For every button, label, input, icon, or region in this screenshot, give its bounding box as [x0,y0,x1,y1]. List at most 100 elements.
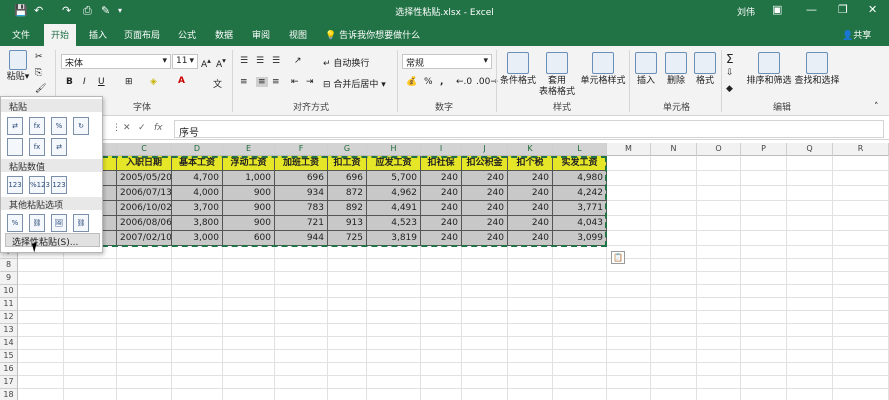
empty-cell[interactable] [328,272,367,285]
empty-cell[interactable] [328,363,367,376]
empty-cell[interactable] [117,259,172,272]
empty-cell[interactable] [367,272,421,285]
maximize-icon[interactable]: ❐ [838,3,848,16]
empty-cell[interactable] [833,285,889,298]
user-name[interactable]: 刘伟 [737,5,755,18]
empty-cell[interactable] [651,186,697,201]
row-header-10[interactable]: 10 [0,285,18,298]
empty-cell[interactable] [833,324,889,337]
formula-menu-icon[interactable]: ⋮ [112,123,121,133]
empty-cell[interactable] [223,246,275,259]
empty-cell[interactable] [64,350,117,363]
table-cell[interactable]: 696 [275,171,328,186]
table-cell[interactable]: 5,700 [367,171,421,186]
empty-cell[interactable] [651,246,697,259]
table-header-cell[interactable]: 扣公积金 [462,156,508,171]
empty-cell[interactable] [223,376,275,389]
empty-cell[interactable] [172,272,223,285]
empty-cell[interactable] [117,272,172,285]
empty-cell[interactable] [508,259,553,272]
empty-cell[interactable] [18,324,64,337]
empty-cell[interactable] [833,201,889,216]
bold-button[interactable]: B [66,77,73,87]
empty-cell[interactable] [787,259,833,272]
table-cell[interactable]: 240 [508,171,553,186]
table-format-button[interactable]: 套用 表格格式 [535,52,579,98]
empty-cell[interactable] [787,231,833,246]
paste-no-borders-icon[interactable] [7,138,23,156]
empty-cell[interactable] [172,376,223,389]
empty-cell[interactable] [787,389,833,400]
percent-button[interactable]: % [424,77,433,87]
empty-cell[interactable] [787,171,833,186]
row-header-16[interactable]: 16 [0,363,18,376]
empty-cell[interactable] [172,259,223,272]
table-cell[interactable]: 721 [275,216,328,231]
table-cell[interactable]: 934 [275,186,328,201]
table-cell[interactable]: 240 [462,186,508,201]
table-cell[interactable]: 3,819 [367,231,421,246]
cancel-formula-icon[interactable]: ✕ [123,123,131,133]
formula-input[interactable]: 序号 [174,120,884,139]
empty-cell[interactable] [651,389,697,400]
column-header-O[interactable]: O [697,143,741,156]
empty-cell[interactable] [275,363,328,376]
empty-cell[interactable] [172,246,223,259]
fill-color-icon[interactable]: ◈ [150,77,157,87]
empty-cell[interactable] [275,298,328,311]
number-format-select[interactable]: 常规 ▾ [402,54,492,69]
table-header-cell[interactable]: 扣个税 [508,156,553,171]
empty-cell[interactable] [223,311,275,324]
empty-cell[interactable] [117,324,172,337]
align-left-icon[interactable]: ≡ [240,77,248,87]
empty-cell[interactable] [172,324,223,337]
empty-cell[interactable] [117,350,172,363]
empty-cell[interactable] [367,389,421,400]
column-header-I[interactable]: I [421,143,462,156]
conditional-format-button[interactable]: 条件格式 [497,52,539,87]
empty-cell[interactable] [787,350,833,363]
empty-cell[interactable] [367,350,421,363]
table-cell[interactable]: 240 [421,216,462,231]
empty-cell[interactable] [697,272,741,285]
empty-cell[interactable] [651,363,697,376]
table-cell[interactable]: 900 [223,201,275,216]
tab-insert[interactable]: 插入 [89,28,107,41]
empty-cell[interactable] [741,216,787,231]
paste-formulas-icon[interactable]: fx [29,117,45,135]
empty-cell[interactable] [64,389,117,400]
empty-cell[interactable] [421,363,462,376]
empty-cell[interactable] [741,186,787,201]
empty-cell[interactable] [421,389,462,400]
empty-cell[interactable] [64,363,117,376]
tab-data[interactable]: 数据 [215,28,233,41]
empty-cell[interactable] [223,272,275,285]
font-name-select[interactable]: 宋体 ▾ [61,54,171,69]
table-cell[interactable]: 3,000 [172,231,223,246]
align-right-icon[interactable]: ≡ [272,77,280,87]
empty-cell[interactable] [697,201,741,216]
empty-cell[interactable] [741,376,787,389]
empty-cell[interactable] [651,376,697,389]
empty-cell[interactable] [367,298,421,311]
empty-cell[interactable] [508,376,553,389]
table-header-cell[interactable]: 基本工资 [172,156,223,171]
empty-cell[interactable] [607,216,651,231]
tab-page-layout[interactable]: 页面布局 [124,28,160,41]
empty-cell[interactable] [223,363,275,376]
empty-cell[interactable] [697,216,741,231]
empty-cell[interactable] [117,389,172,400]
table-cell[interactable]: 4,043 [553,216,607,231]
copy-icon[interactable]: ⎘ [35,68,42,78]
align-top-icon[interactable]: ☰ [240,56,248,66]
tab-review[interactable]: 审阅 [252,28,270,41]
empty-cell[interactable] [223,298,275,311]
empty-cell[interactable] [117,246,172,259]
empty-cell[interactable] [275,246,328,259]
empty-cell[interactable] [833,272,889,285]
empty-cell[interactable] [508,272,553,285]
find-select-button[interactable]: 查找和选择 [793,52,841,87]
empty-cell[interactable] [553,350,607,363]
empty-cell[interactable] [223,350,275,363]
insert-function-icon[interactable]: fx [154,123,163,133]
